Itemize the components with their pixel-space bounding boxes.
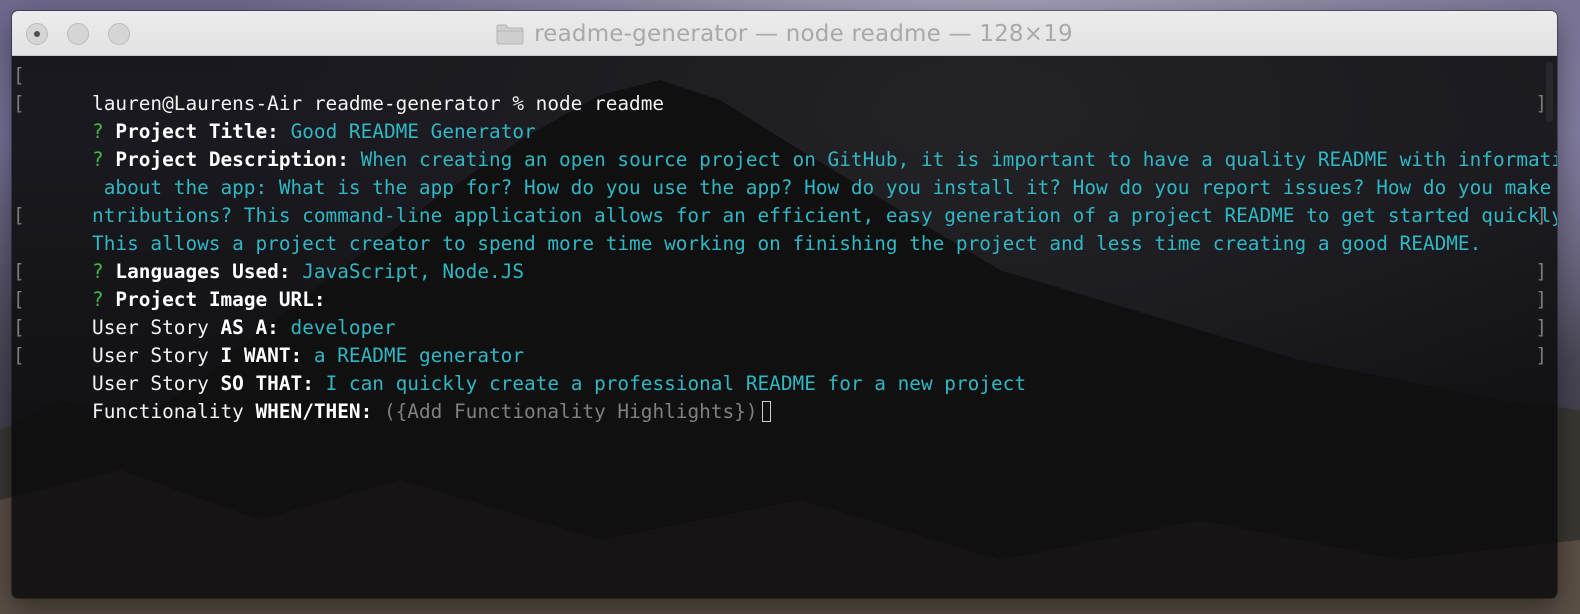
description-wrap-line: about the app: What is the app for? How …	[12, 146, 1557, 199]
user-story-as-line: [User Story AS A: developer ]	[12, 286, 1557, 339]
mark-bracket-right: ]	[1535, 344, 1547, 367]
title-bar[interactable]: readme-generator — node readme — 128×19	[12, 11, 1557, 56]
user-story-sothat-line: [User Story SO THAT: I can quickly creat…	[12, 342, 1557, 395]
mark-bracket-left: [	[13, 316, 25, 339]
mark-bracket-left: [	[13, 288, 25, 311]
user-story-want-line: [User Story I WANT: a README generator ]	[12, 314, 1557, 367]
mark-bracket-left: [	[13, 92, 25, 115]
input-placeholder: ({Add Functionality Highlights})	[383, 400, 758, 423]
mark-bracket-right: ]	[1535, 204, 1547, 227]
question-prefix: Functionality	[92, 400, 256, 423]
languages-question-line: ? Languages Used: JavaScript, Node.JS	[12, 230, 1557, 283]
mark-bracket-right: ]	[1535, 316, 1547, 339]
mark-bracket-left: [	[13, 204, 25, 227]
mark-bracket-right: ]	[1535, 260, 1547, 283]
text-cursor[interactable]	[761, 401, 771, 422]
description-wrap-line: ntributions? This command-line applicati…	[12, 174, 1557, 227]
mark-bracket-right: ]	[1535, 92, 1547, 115]
folder-icon	[496, 23, 524, 45]
prompt-line: [lauren@Laurens-Air readme-generator % n…	[12, 62, 1557, 115]
terminal-output[interactable]: [lauren@Laurens-Air readme-generator % n…	[12, 56, 1557, 598]
description-wrap-line: [This allows a project creator to spend …	[12, 202, 1557, 255]
mark-bracket-left: [	[13, 64, 25, 87]
mark-bracket-left: [	[13, 344, 25, 367]
window-title: readme-generator — node readme — 128×19	[534, 20, 1073, 47]
question-label: WHEN/THEN:	[255, 400, 373, 423]
mark-bracket-right: ]	[1535, 288, 1547, 311]
mark-bracket-left: [	[13, 260, 25, 283]
terminal-window[interactable]: readme-generator — node readme — 128×19 …	[12, 11, 1557, 598]
functionality-question-line[interactable]: Functionality WHEN/THEN: ({Add Functiona…	[12, 370, 1557, 423]
description-question-line: ? Project Description: When creating an …	[12, 118, 1557, 171]
image-url-question-line: [? Project Image URL: ]	[12, 258, 1557, 311]
title-question-line: [? Project Title: Good README Generator …	[12, 90, 1557, 143]
title-group: readme-generator — node readme — 128×19	[12, 11, 1557, 56]
